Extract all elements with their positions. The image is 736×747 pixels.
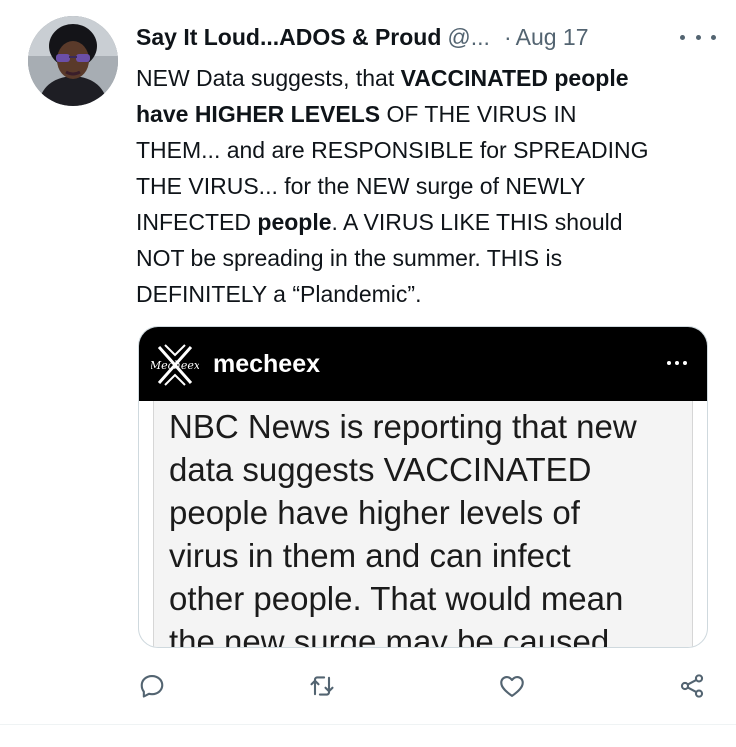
- mecheex-logo: Mecheex: [149, 341, 201, 389]
- media-text-line: data suggests VACCINATED: [169, 451, 592, 488]
- tweet-text-segment: OF THE VIRUS IN: [380, 101, 577, 127]
- tweet-text-line: THE VIRUS... for the NEW surge of NEWLY: [136, 168, 716, 204]
- tweet-text-line: DEFINITELY a “Plandemic”.: [136, 276, 716, 312]
- avatar[interactable]: [28, 16, 118, 106]
- display-name[interactable]: Say It Loud...ADOS & Proud: [136, 24, 441, 50]
- tweet-text-line: NEW Data suggests, that VACCINATED peopl…: [136, 60, 716, 96]
- tweet-text-line: THEM... and are RESPONSIBLE for SPREADIN…: [136, 132, 716, 168]
- divider: [0, 724, 736, 725]
- tweet-text-segment: THE VIRUS... for the NEW surge of NEWLY: [136, 173, 586, 199]
- retweet-button[interactable]: [306, 668, 338, 704]
- tweet-text-line: INFECTED people. A VIRUS LIKE THIS shoul…: [136, 204, 716, 240]
- tweet-text-line: NOT be spreading in the summer. THIS is: [136, 240, 716, 276]
- share-icon: [680, 674, 704, 698]
- heart-icon: [500, 675, 524, 697]
- tweet-text-segment: INFECTED: [136, 209, 258, 235]
- media-text: NBC News is reporting that new data sugge…: [169, 405, 689, 648]
- share-button[interactable]: [676, 668, 708, 704]
- tweet-text-segment: DEFINITELY a “Plandemic”.: [136, 281, 422, 307]
- tweet[interactable]: Say It Loud...ADOS & Proud @... · Aug 17 NE…: [0, 0, 736, 747]
- separator-dot: ·: [503, 24, 512, 50]
- tweet-text-segment: have HIGHER LEVELS: [136, 101, 381, 127]
- reply-icon: [140, 675, 164, 698]
- tweet-text-line: have HIGHER LEVELS OF THE VIRUS IN: [136, 96, 716, 132]
- media-header-bar: Mecheex mecheex: [139, 327, 707, 401]
- media-text-line: virus in them and can infect: [169, 537, 571, 574]
- tweet-text-segment: . A VIRUS LIKE THIS should: [331, 209, 623, 235]
- media-text-line: people have higher levels of: [169, 494, 580, 531]
- media-text-line: the new surge may be caused: [169, 623, 610, 648]
- media-text-line: other people. That would mean: [169, 580, 624, 617]
- like-button[interactable]: [496, 668, 528, 704]
- tweet-text-segment: NEW Data suggests, that: [136, 65, 401, 91]
- tweet-header: Say It Loud...ADOS & Proud @... · Aug 17: [136, 22, 716, 52]
- tweet-text-segment: VACCINATED people: [400, 65, 629, 91]
- tweet-text: NEW Data suggests, that VACCINATED peopl…: [136, 60, 716, 312]
- more-horizontal-icon[interactable]: [680, 22, 716, 52]
- handle[interactable]: @...: [447, 24, 490, 50]
- reply-button[interactable]: [136, 668, 168, 704]
- svg-text:Mecheex: Mecheex: [151, 359, 199, 372]
- more-horizontal-icon: [667, 361, 687, 367]
- tweet-text-segment: NOT be spreading in the summer. THIS is: [136, 245, 563, 271]
- media-attachment[interactable]: Mecheex mecheex NBC News is reporting th…: [138, 326, 708, 648]
- tweet-text-segment: people: [257, 209, 332, 235]
- tweet-text-segment: THEM... and are RESPONSIBLE for SPREADIN…: [136, 137, 649, 163]
- tweet-date[interactable]: Aug 17: [516, 24, 589, 50]
- media-username: mecheex: [213, 350, 321, 378]
- tweet-actions: [0, 668, 736, 708]
- media-text-line: NBC News is reporting that new: [169, 408, 637, 445]
- retweet-icon: [310, 676, 334, 696]
